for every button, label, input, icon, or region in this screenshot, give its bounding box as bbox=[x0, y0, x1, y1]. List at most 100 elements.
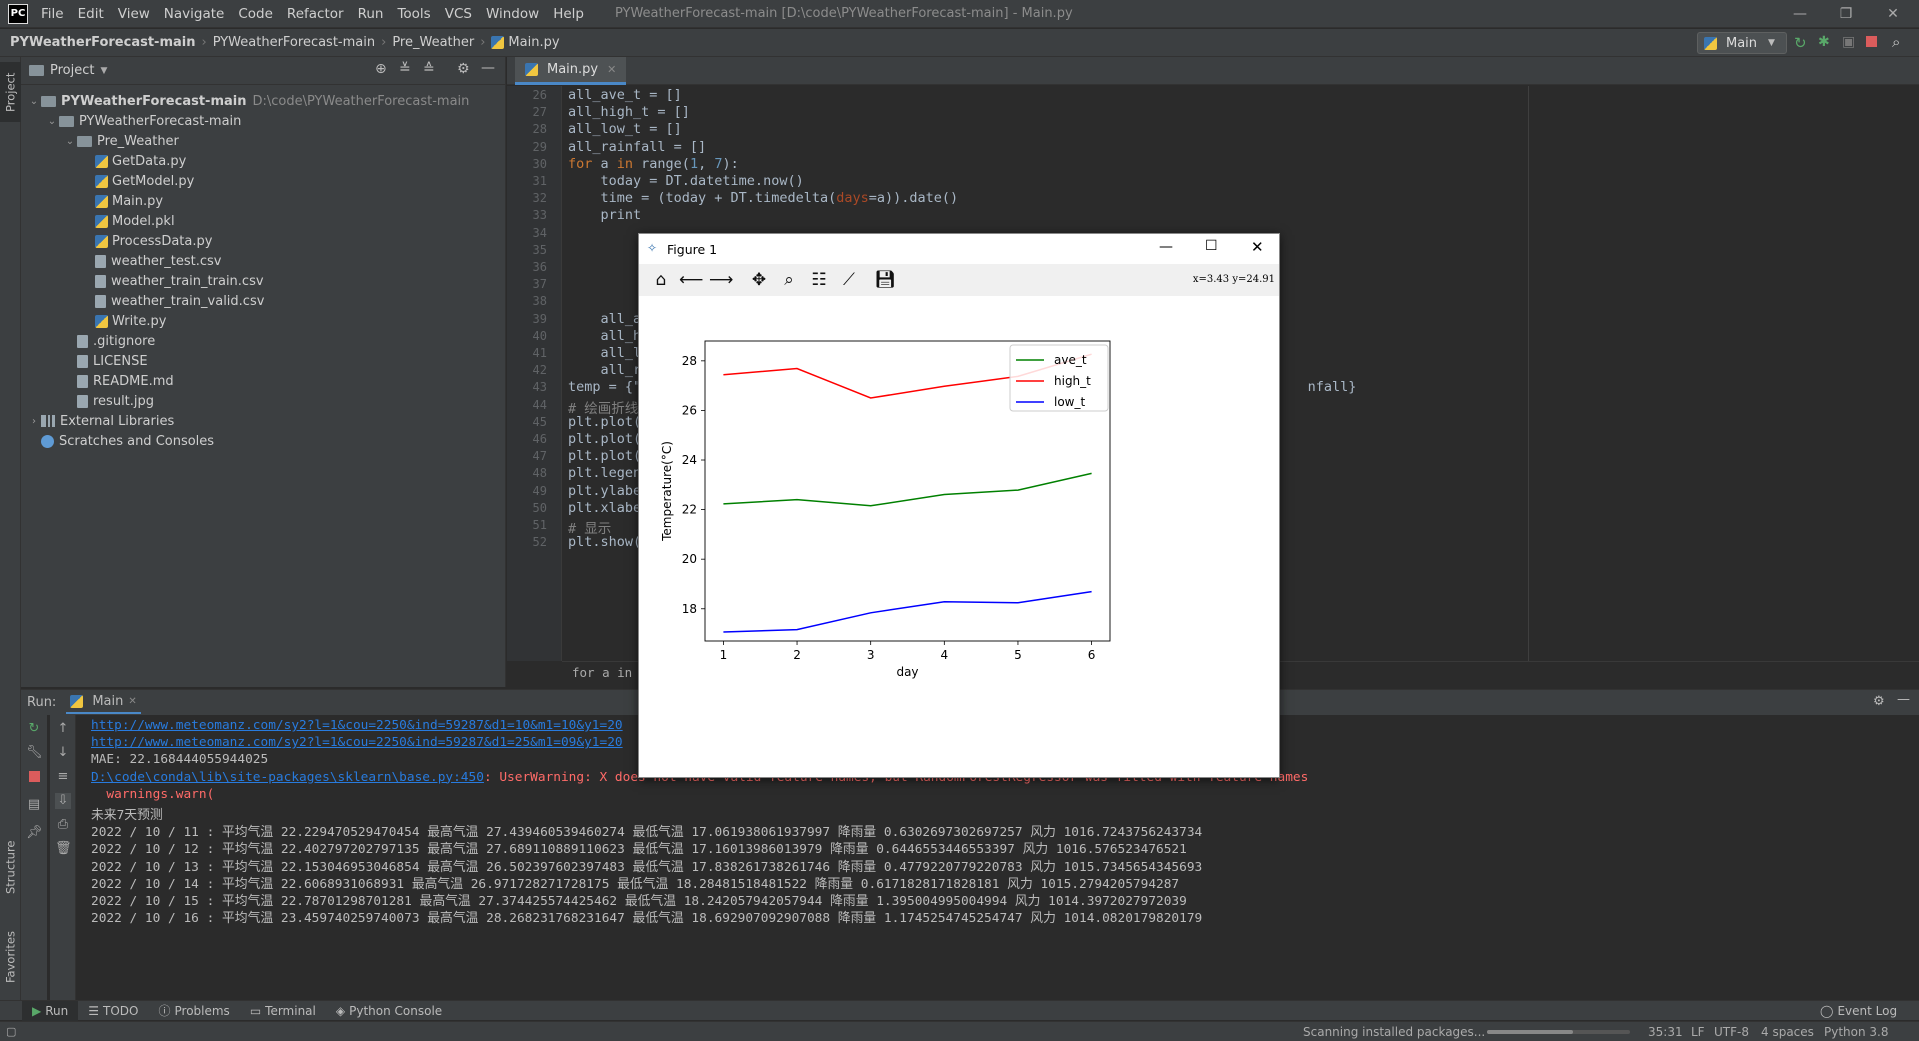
caret-position[interactable]: 35:31 bbox=[1648, 1025, 1683, 1039]
breadcrumb-folder[interactable]: PYWeatherForecast-main bbox=[213, 35, 375, 50]
background-task-label[interactable]: Scanning installed packages... bbox=[1303, 1025, 1485, 1039]
tree-item[interactable]: GetModel.py bbox=[81, 171, 194, 191]
restore-window-icon[interactable]: ❐ bbox=[1823, 0, 1869, 28]
tree-item[interactable]: weather_test.csv bbox=[81, 251, 222, 271]
gear-icon[interactable]: ⚙ bbox=[457, 61, 470, 77]
expand-all-icon[interactable]: ≚ bbox=[399, 61, 411, 77]
close-tab-icon[interactable]: ✕ bbox=[128, 696, 136, 707]
run-tab-main[interactable]: Main ✕ bbox=[66, 691, 141, 714]
minimize-window-icon[interactable]: — bbox=[1159, 239, 1173, 255]
tree-item[interactable]: › External Libraries bbox=[27, 411, 174, 431]
wrench-icon[interactable]: 🔧︎ bbox=[26, 745, 43, 761]
event-log-button[interactable]: ◯ Event Log bbox=[1810, 1001, 1907, 1021]
hide-panel-icon[interactable]: — bbox=[481, 60, 495, 76]
structure-tool-tab[interactable]: Structure bbox=[0, 827, 21, 907]
tool-tab-problems[interactable]: ⓘ Problems bbox=[148, 1001, 239, 1021]
soft-wrap-icon[interactable]: ≡ bbox=[55, 769, 71, 785]
tree-item[interactable]: ⌄ PYWeatherForecast-main D:\code\PYWeather… bbox=[27, 91, 470, 111]
favorites-tool-tab[interactable]: Favorites bbox=[0, 917, 21, 997]
tree-item[interactable]: GetData.py bbox=[81, 151, 186, 171]
breadcrumb-subfolder[interactable]: Pre_Weather bbox=[392, 35, 474, 50]
indent-setting[interactable]: 4 spaces bbox=[1761, 1025, 1814, 1039]
tree-item[interactable]: README.md bbox=[63, 371, 174, 391]
close-window-icon[interactable]: ✕ bbox=[1870, 0, 1916, 28]
project-view-select[interactable]: Project bbox=[50, 63, 94, 78]
tree-item[interactable]: weather_train_train.csv bbox=[81, 271, 264, 291]
debug-bug-icon[interactable]: ✱ bbox=[1818, 34, 1830, 50]
tree-item[interactable]: Write.py bbox=[81, 311, 166, 331]
subplots-config-icon[interactable]: ☷ bbox=[807, 268, 831, 292]
scroll-to-end-icon[interactable]: ⇩ bbox=[55, 793, 71, 809]
chevron-down-icon[interactable]: ⌄ bbox=[63, 136, 77, 147]
tool-tab-python-console[interactable]: ◈ Python Console bbox=[326, 1001, 452, 1021]
rerun-icon[interactable]: ↻ bbox=[26, 721, 42, 737]
pin-icon[interactable]: 📌︎ bbox=[26, 825, 43, 841]
close-tab-icon[interactable]: ✕ bbox=[607, 63, 616, 76]
menu-help[interactable]: Help bbox=[546, 6, 591, 22]
rerun-icon[interactable]: ↻ bbox=[1794, 34, 1807, 52]
file-encoding[interactable]: UTF-8 bbox=[1714, 1025, 1749, 1039]
panel-toggle-icon[interactable]: ▢ bbox=[6, 1025, 16, 1038]
tree-item[interactable]: .gitignore bbox=[63, 331, 155, 351]
arrow-down-icon[interactable]: ↓ bbox=[55, 745, 71, 761]
menu-view[interactable]: View bbox=[111, 6, 157, 22]
tree-item[interactable]: Main.py bbox=[81, 191, 163, 211]
edit-axis-icon[interactable]: ⟋ bbox=[837, 268, 861, 292]
console-link[interactable]: D:\code\conda\lib\site-packages\sklearn\… bbox=[91, 770, 484, 785]
locate-target-icon[interactable]: ⊕ bbox=[375, 61, 387, 77]
coverage-icon[interactable]: ▣ bbox=[1842, 34, 1855, 50]
search-icon[interactable]: ⌕ bbox=[1892, 33, 1900, 51]
project-tool-tab[interactable]: Project bbox=[0, 62, 21, 122]
home-icon[interactable]: ⌂ bbox=[649, 268, 673, 292]
menu-file[interactable]: File bbox=[34, 6, 71, 22]
menu-code[interactable]: Code bbox=[231, 6, 280, 22]
arrow-up-icon[interactable]: ↑ bbox=[55, 721, 71, 737]
pan-move-icon[interactable]: ✥ bbox=[747, 268, 771, 292]
gear-icon[interactable]: ⚙ bbox=[1873, 694, 1885, 709]
tool-tab-run[interactable]: ▶ Run bbox=[22, 1000, 79, 1021]
minimize-window-icon[interactable]: — bbox=[1777, 0, 1823, 28]
menu-tools[interactable]: Tools bbox=[390, 6, 437, 22]
breadcrumb-file[interactable]: Main.py bbox=[508, 35, 559, 50]
chevron-down-icon[interactable]: ⌄ bbox=[27, 96, 41, 107]
tool-tab-todo[interactable]: ☰ TODO bbox=[78, 1001, 148, 1021]
maximize-window-icon[interactable]: ☐ bbox=[1205, 238, 1218, 254]
python-interpreter[interactable]: Python 3.8 bbox=[1824, 1025, 1889, 1039]
tree-item[interactable]: result.jpg bbox=[63, 391, 154, 411]
stop-icon[interactable] bbox=[1866, 36, 1877, 47]
stop-icon[interactable] bbox=[28, 771, 40, 782]
tree-item[interactable]: ProcessData.py bbox=[81, 231, 212, 251]
save-icon[interactable]: 💾︎ bbox=[873, 268, 897, 292]
menu-refactor[interactable]: Refactor bbox=[280, 6, 351, 22]
tool-tab-terminal[interactable]: ▭ Terminal bbox=[240, 1001, 326, 1021]
tab-main-py[interactable]: Main.py ✕ bbox=[515, 57, 627, 85]
menu-vcs[interactable]: VCS bbox=[438, 6, 479, 22]
menu-edit[interactable]: Edit bbox=[71, 6, 111, 22]
tree-item[interactable]: ⌄ Pre_Weather bbox=[63, 131, 179, 151]
menu-navigate[interactable]: Navigate bbox=[157, 6, 232, 22]
breadcrumb-project[interactable]: PYWeatherForecast-main bbox=[10, 35, 195, 50]
trash-icon[interactable]: 🗑︎ bbox=[55, 841, 72, 857]
run-configuration-select[interactable]: Main ▼ bbox=[1697, 32, 1787, 54]
zoom-icon[interactable]: ⌕ bbox=[777, 268, 801, 292]
console-link[interactable]: http://www.meteomanz.com/sy2?l=1&cou=225… bbox=[91, 718, 623, 733]
menu-run[interactable]: Run bbox=[351, 6, 391, 22]
tree-item[interactable]: LICENSE bbox=[63, 351, 148, 371]
console-link[interactable]: http://www.meteomanz.com/sy2?l=1&cou=225… bbox=[91, 735, 623, 750]
chevron-down-icon[interactable]: ▼ bbox=[100, 66, 107, 76]
back-arrow-icon[interactable]: ⟵ bbox=[679, 268, 703, 292]
line-separator[interactable]: LF bbox=[1691, 1025, 1705, 1039]
close-window-icon[interactable]: ✕ bbox=[1251, 238, 1264, 256]
chevron-down-icon[interactable]: ⌄ bbox=[45, 116, 59, 127]
tree-item[interactable]: Model.pkl bbox=[81, 211, 175, 231]
chevron-right-icon[interactable]: › bbox=[27, 416, 41, 427]
forward-arrow-icon[interactable]: ⟶ bbox=[709, 268, 733, 292]
hide-panel-icon[interactable]: — bbox=[1897, 692, 1910, 707]
tree-item[interactable]: Scratches and Consoles bbox=[27, 431, 214, 451]
tree-item[interactable]: ⌄ PYWeatherForecast-main bbox=[45, 111, 242, 131]
layout-icon[interactable]: ▤ bbox=[26, 797, 42, 813]
print-icon[interactable]: ⎙ bbox=[55, 817, 71, 833]
collapse-all-icon[interactable]: ≙ bbox=[423, 61, 435, 77]
tree-item[interactable]: weather_train_valid.csv bbox=[81, 291, 264, 311]
menu-window[interactable]: Window bbox=[479, 6, 546, 22]
